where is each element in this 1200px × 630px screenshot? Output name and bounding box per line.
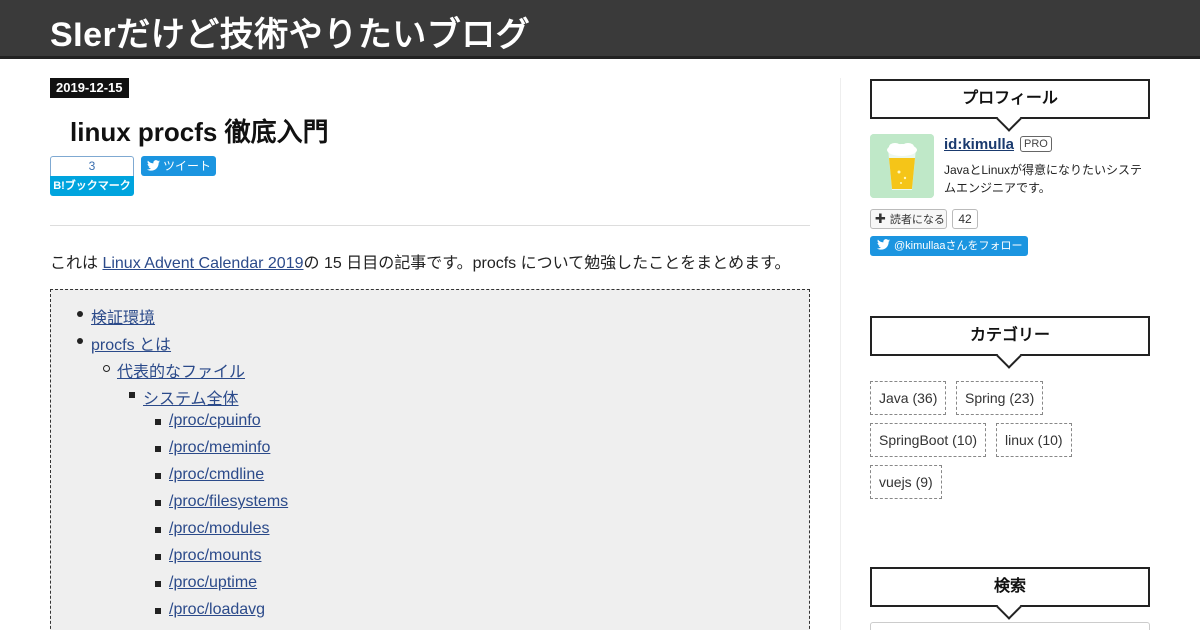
intro-suffix: の 15 日目の記事です。procfs について勉強したことをまとめます。: [303, 255, 791, 272]
profile-id-link[interactable]: id:kimulla: [944, 136, 1014, 153]
twitter-follow-button[interactable]: @kimullaaさんをフォロー: [870, 236, 1028, 256]
category-tag-springboot[interactable]: SpringBoot (10): [870, 423, 987, 457]
subscribe-label: 読者になる: [889, 214, 945, 226]
category-heading-label: カテゴリー: [969, 327, 1050, 344]
subscribe-button[interactable]: ✚ 読者になる: [870, 209, 947, 229]
hatena-bookmark-button[interactable]: 3 B!ブックマーク: [50, 156, 134, 196]
profile-heading-label: プロフィール: [962, 90, 1058, 107]
toc-bullet: [77, 338, 83, 344]
toc-link[interactable]: /proc/mounts: [169, 547, 261, 565]
toc-link[interactable]: /proc/cpuinfo: [169, 412, 261, 430]
tweet-label: ツイート: [163, 159, 212, 173]
column-separator: [840, 78, 841, 630]
intro-prefix: これは: [50, 255, 103, 272]
site-header: SIerだけど技術やりたいブログ: [0, 0, 1200, 59]
toc-link[interactable]: 代表的なファイル: [117, 358, 245, 382]
toc-bullet: [155, 554, 161, 560]
toc-bullet: [155, 527, 161, 533]
table-of-contents: 検証環境 procfs とは代表的なファイルシステム全体/proc/cpuinfo…: [50, 289, 810, 630]
toc-bullet: [155, 500, 161, 506]
hatena-bookmark-count[interactable]: 3: [50, 156, 134, 176]
toc-link[interactable]: システム全体: [143, 385, 239, 409]
tweet-button[interactable]: ツイート: [141, 156, 216, 176]
advent-calendar-link[interactable]: Linux Advent Calendar 2019: [102, 255, 303, 272]
avatar[interactable]: [870, 134, 934, 198]
follow-label: @kimullaaさんをフォロー: [894, 240, 1023, 252]
toc-bullet: [77, 311, 83, 317]
category-tag-linux[interactable]: linux (10): [996, 423, 1072, 457]
entry-intro: これは Linux Advent Calendar 2019の 15 日目の記事…: [50, 249, 791, 273]
category-heading: カテゴリー: [870, 316, 1150, 369]
plus-icon: ✚: [875, 211, 886, 226]
twitter-bird-icon: [877, 239, 890, 250]
category-tag-vuejs[interactable]: vuejs (9): [870, 465, 942, 499]
pro-badge[interactable]: PRO: [1020, 136, 1052, 152]
entry-title[interactable]: linux procfs 徹底入門: [70, 112, 329, 149]
toc-bullet: [155, 419, 161, 425]
toc-link[interactable]: /proc/modules: [169, 520, 270, 538]
toc-link[interactable]: /proc/uptime: [169, 574, 257, 592]
toc-link[interactable]: /proc/filesystems: [169, 493, 288, 511]
toc-link[interactable]: 検証環境: [91, 304, 155, 328]
toc-bullet: [155, 608, 161, 614]
hatena-bookmark-label[interactable]: B!ブックマーク: [50, 176, 134, 196]
toc-bullet: [155, 446, 161, 452]
site-title-link[interactable]: SIerだけど技術やりたいブログ: [50, 7, 530, 56]
toc-link[interactable]: /proc/meminfo: [169, 439, 270, 457]
toc-link[interactable]: /proc/loadavg: [169, 601, 265, 619]
beer-icon: [870, 134, 934, 198]
profile-heading: プロフィール: [870, 79, 1150, 132]
main-content: 2019-12-15 linux procfs 徹底入門 3 B!ブックマーク …: [50, 59, 810, 630]
toc-bullet: [155, 473, 161, 479]
subscriber-count: 42: [952, 209, 978, 229]
entry-divider: [50, 225, 810, 226]
category-tag-java[interactable]: Java (36): [870, 381, 947, 415]
search-heading-label: 検索: [993, 578, 1026, 595]
search-heading: 検索: [870, 567, 1150, 620]
toc-link[interactable]: procfs とは: [91, 331, 171, 355]
toc-bullet: [155, 581, 161, 587]
twitter-bird-icon: [147, 160, 160, 171]
search-input[interactable]: [870, 622, 1150, 630]
profile-description: JavaとLinuxが得意になりたいシステムエンジニアです。: [944, 163, 1143, 195]
toc-bullet: [103, 365, 110, 372]
entry-date[interactable]: 2019-12-15: [50, 78, 129, 98]
category-tag-spring[interactable]: Spring (23): [956, 381, 1044, 415]
toc-bullet: [129, 392, 135, 398]
toc-link[interactable]: /proc/cmdline: [169, 466, 264, 484]
